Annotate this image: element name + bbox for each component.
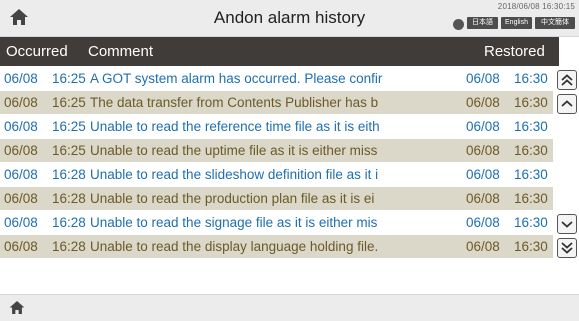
scroll-to-top-button[interactable] [557,70,577,90]
restored-date: 06/08 [466,167,500,182]
restored-time: 16:30 [514,167,548,182]
occurred-time: 16:25 [52,95,86,110]
restored-date: 06/08 [466,95,500,110]
occurred-time: 16:25 [52,119,86,134]
occurred-date: 06/08 [4,119,38,134]
restored-time: 16:30 [514,143,548,158]
title-bar: Andon alarm history 2018/06/08 16:30:15 … [0,0,579,37]
scroll-up-button[interactable] [557,94,577,114]
language-button-english[interactable]: English [501,17,532,29]
occurred-time: 16:25 [52,143,86,158]
globe-icon [453,19,464,30]
restored-time: 16:30 [514,239,548,254]
comment-cell: Unable to read the display language hold… [90,239,379,254]
occurred-date: 06/08 [4,71,38,86]
header-restored: Restored [484,43,545,60]
table-row[interactable]: 06/08 16:25 A GOT system alarm has occur… [0,67,553,90]
comment-cell: Unable to read the signage file as it is… [90,215,378,230]
occurred-date: 06/08 [4,95,38,110]
restored-time: 16:30 [514,215,548,230]
chevron-down-icon [561,221,573,228]
bottom-bar [0,294,579,321]
occurred-time: 16:28 [52,239,86,254]
occurred-date: 06/08 [4,191,38,206]
restored-date: 06/08 [466,143,500,158]
comment-cell: A GOT system alarm has occurred. Please … [90,71,383,86]
restored-date: 06/08 [466,71,500,86]
scroll-to-bottom-button[interactable] [557,238,577,258]
occurred-time: 16:28 [52,215,86,230]
table-row[interactable]: 06/08 16:28 Unable to read the slideshow… [0,163,553,186]
restored-date: 06/08 [466,119,500,134]
language-button-chinese[interactable]: 中文簡体 [535,17,575,29]
home-icon[interactable] [8,299,26,316]
occurred-time: 16:28 [52,167,86,182]
occurred-date: 06/08 [4,215,38,230]
occurred-date: 06/08 [4,167,38,182]
table-row[interactable]: 06/08 16:25 Unable to read the reference… [0,115,553,138]
header-occurred: Occurred [6,43,68,60]
language-button-japanese[interactable]: 日本語 [467,17,498,29]
table-row[interactable]: 06/08 16:25 Unable to read the uptime fi… [0,139,553,162]
comment-cell: The data transfer from Contents Publishe… [90,95,379,110]
restored-time: 16:30 [514,191,548,206]
comment-cell: Unable to read the reference time file a… [90,119,380,134]
table-row[interactable]: 06/08 16:28 Unable to read the productio… [0,187,553,210]
table-header: Occurred Comment Restored [0,37,559,66]
occurred-date: 06/08 [4,143,38,158]
restored-date: 06/08 [466,215,500,230]
restored-time: 16:30 [514,71,548,86]
restored-time: 16:30 [514,119,548,134]
scroll-down-button[interactable] [557,214,577,234]
restored-time: 16:30 [514,95,548,110]
restored-date: 06/08 [466,239,500,254]
header-comment: Comment [88,43,154,60]
double-chevron-down-icon [561,242,573,254]
table-row[interactable]: 06/08 16:28 Unable to read the signage f… [0,211,553,234]
restored-date: 06/08 [466,191,500,206]
comment-cell: Unable to read the uptime file as it is … [90,143,378,158]
occurred-time: 16:28 [52,191,86,206]
datetime-display: 2018/06/08 16:30:15 [497,2,575,11]
chevron-up-icon [561,100,573,107]
table-row[interactable]: 06/08 16:28 Unable to read the display l… [0,235,553,258]
table-row[interactable]: 06/08 16:25 The data transfer from Conte… [0,91,553,114]
double-chevron-up-icon [561,74,573,86]
occurred-time: 16:25 [52,71,86,86]
comment-cell: Unable to read the slideshow definition … [90,167,379,182]
occurred-date: 06/08 [4,239,38,254]
comment-cell: Unable to read the production plan file … [90,191,375,206]
